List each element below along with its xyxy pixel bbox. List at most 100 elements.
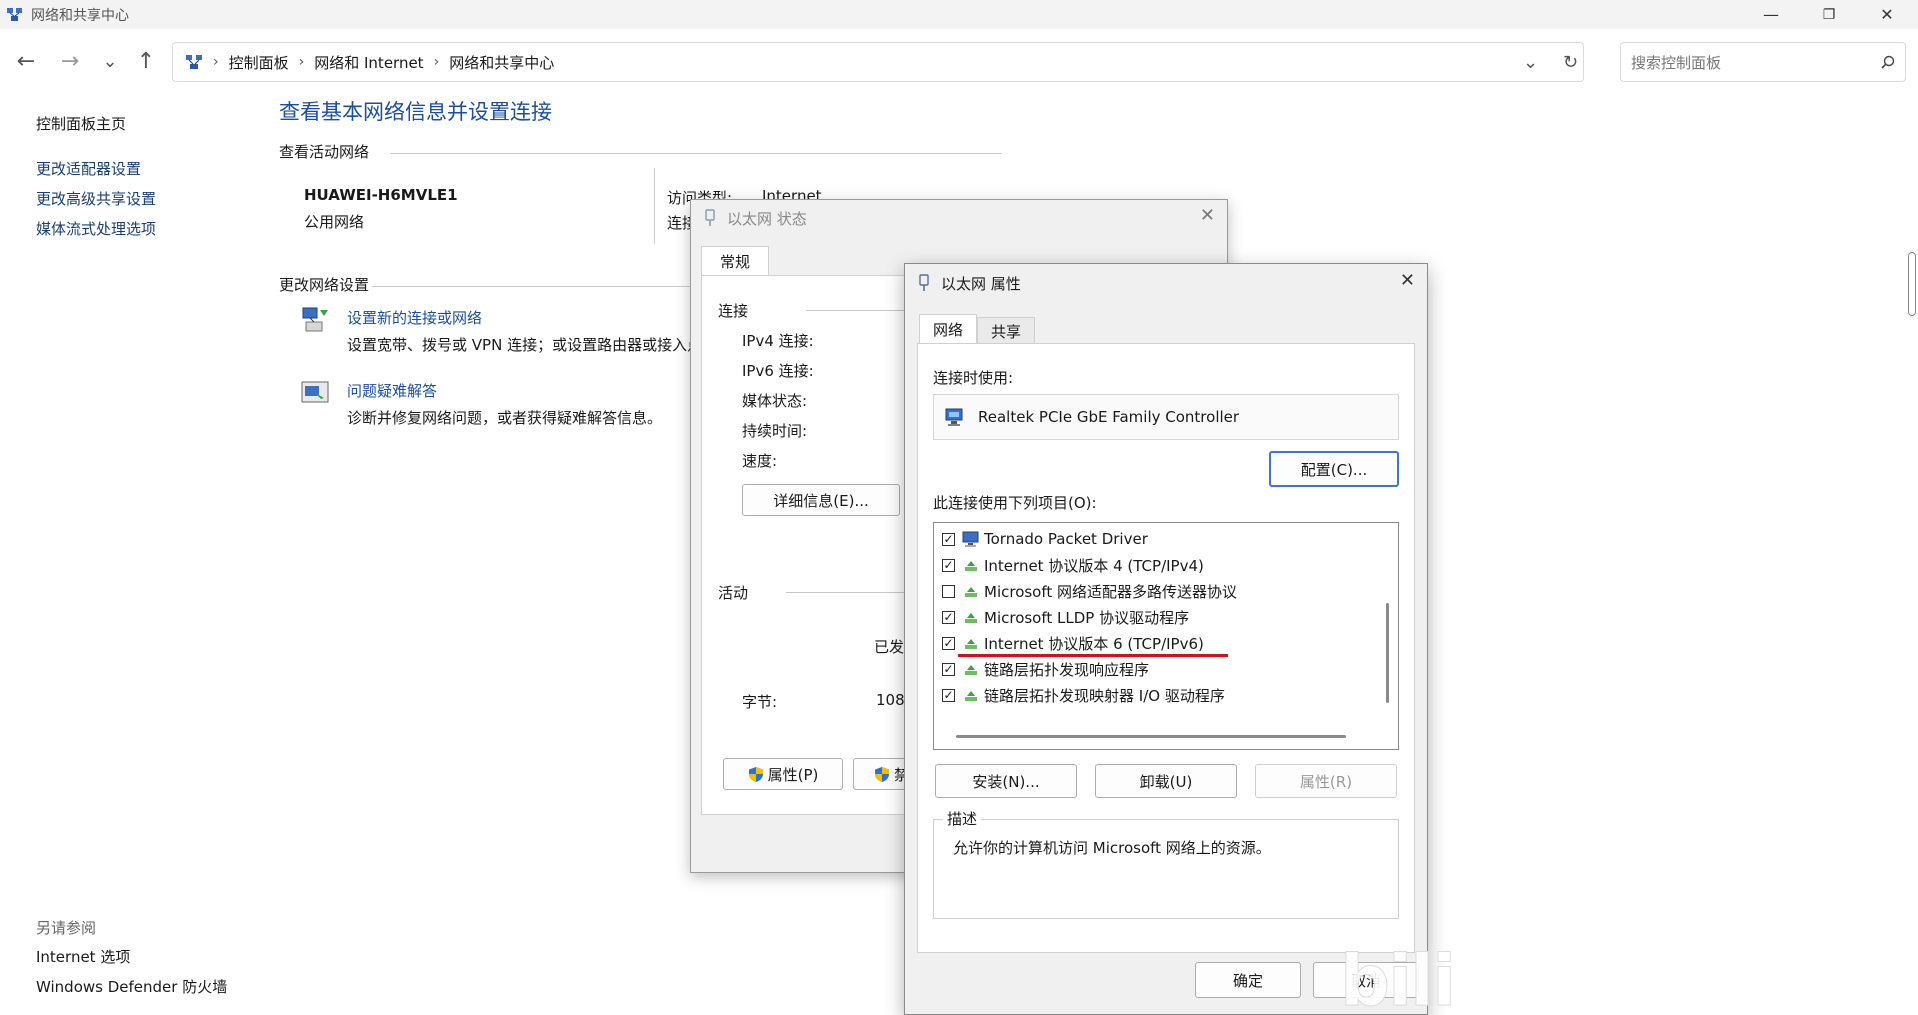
new-connection-icon	[302, 307, 328, 332]
connection-group-label: 连接	[718, 302, 749, 320]
ethernet-properties-dialog: 以太网 属性 ✕ 网络 共享 连接时使用: Realtek PCIe GbE F…	[904, 263, 1428, 1015]
divider	[372, 286, 692, 287]
list-item[interactable]: ✓ Internet 协议版本 6 (TCP/IPv6)	[942, 632, 1204, 654]
protocol-icon	[965, 587, 977, 597]
ipv4-connection-label: IPv4 连接:	[742, 332, 814, 350]
watermark-logo: bili	[1339, 940, 1456, 1015]
description-group	[933, 819, 1399, 919]
item-label: Internet 协议版本 6 (TCP/IPv6)	[984, 634, 1204, 653]
protocol-icon	[965, 665, 977, 675]
recent-locations-icon[interactable]: ⌄	[92, 47, 128, 75]
network-type[interactable]: 公用网络	[304, 211, 364, 232]
properties-button-label: 属性(P)	[767, 765, 819, 784]
dialog-title: 以太网 状态	[727, 210, 807, 228]
configure-button[interactable]: 配置(C)...	[1269, 451, 1399, 487]
protocol-icon	[965, 691, 977, 701]
protocol-icon	[965, 561, 977, 571]
close-icon[interactable]: ✕	[1400, 270, 1415, 291]
tab-sharing[interactable]: 共享	[977, 317, 1035, 344]
speed-label: 速度:	[742, 452, 778, 470]
up-icon[interactable]: ↑	[128, 47, 164, 75]
network-center-icon	[7, 8, 22, 21]
search-placeholder: 搜索控制面板	[1631, 53, 1722, 72]
details-button[interactable]: 详细信息(E)...	[742, 484, 900, 516]
close-icon[interactable]: ✕	[1200, 205, 1215, 226]
item-label: Microsoft 网络适配器多路传送器协议	[984, 582, 1238, 601]
ethernet-icon	[919, 274, 929, 291]
activity-group-label: 活动	[718, 584, 749, 602]
search-input[interactable]: 搜索控制面板	[1620, 42, 1906, 82]
sidebar-item-adapter-settings[interactable]: 更改适配器设置	[36, 158, 141, 179]
sidebar-item-media-streaming[interactable]: 媒体流式处理选项	[36, 218, 156, 239]
checkbox[interactable]: ✓	[942, 532, 955, 546]
see-also-internet-options[interactable]: Internet 选项	[36, 946, 130, 967]
page-title: 查看基本网络信息并设置连接	[279, 100, 552, 124]
checkbox[interactable]: ✓	[942, 610, 955, 624]
window-title: 网络和共享中心	[31, 7, 129, 24]
media-state-label: 媒体状态:	[742, 392, 808, 410]
item-label: 链路层拓扑发现映射器 I/O 驱动程序	[984, 686, 1225, 705]
list-item[interactable]: ✓ Internet 协议版本 4 (TCP/IPv4)	[942, 554, 1204, 576]
ok-button[interactable]: 确定	[1195, 962, 1301, 998]
checkbox[interactable]: ✓	[942, 688, 955, 702]
breadcrumb-network-internet[interactable]: 网络和 Internet	[314, 52, 423, 73]
items-label: 此连接使用下列项目(O):	[933, 494, 1097, 512]
address-row: ← → ⌄ ↑ › 控制面板 › 网络和 Internet › 网络和共享中心 …	[0, 29, 1918, 93]
ethernet-icon	[705, 209, 715, 226]
checkbox[interactable]: ✓	[942, 558, 955, 572]
breadcrumb-control-panel[interactable]: 控制面板	[229, 52, 289, 73]
checkbox[interactable]	[942, 584, 955, 598]
minimize-button[interactable]: —	[1742, 0, 1800, 29]
address-dropdown-icon[interactable]: ⌄	[1523, 52, 1538, 73]
checkbox[interactable]: ✓	[942, 662, 955, 676]
breadcrumb-separator: ›	[433, 54, 440, 70]
uac-shield-icon	[875, 766, 889, 782]
setup-connection-link[interactable]: 设置新的连接或网络	[347, 307, 482, 328]
protocol-icon	[965, 613, 977, 623]
list-item[interactable]: ✓ 链路层拓扑发现响应程序	[942, 658, 1149, 680]
setup-connection-desc: 设置宽带、拨号或 VPN 连接；或设置路由器或接入点。	[347, 336, 718, 354]
ipv6-connection-label: IPv6 连接:	[742, 362, 814, 380]
divider	[390, 153, 1002, 154]
item-label: 链路层拓扑发现响应程序	[984, 660, 1150, 679]
item-label: Microsoft LLDP 协议驱动程序	[984, 608, 1190, 627]
uninstall-button[interactable]: 卸载(U)	[1095, 764, 1237, 798]
tab-network[interactable]: 网络	[919, 314, 977, 344]
properties-button[interactable]: 属性(P)	[723, 758, 843, 790]
breadcrumb-separator: ›	[298, 54, 305, 70]
list-item[interactable]: ✓ Microsoft LLDP 协议驱动程序	[942, 606, 1189, 628]
item-properties-button[interactable]: 属性(R)	[1255, 764, 1397, 798]
forward-icon[interactable]: →	[52, 47, 88, 75]
duration-label: 持续时间:	[742, 422, 808, 440]
sidebar-item-advanced-sharing[interactable]: 更改高级共享设置	[36, 188, 156, 209]
troubleshoot-icon	[301, 381, 329, 403]
change-settings-title: 更改网络设置	[279, 276, 370, 294]
list-item[interactable]: ✓ 链路层拓扑发现映射器 I/O 驱动程序	[942, 684, 1225, 706]
checkbox[interactable]: ✓	[942, 636, 955, 650]
refresh-icon[interactable]: ↻	[1563, 52, 1578, 73]
see-also-firewall[interactable]: Windows Defender 防火墙	[36, 976, 227, 997]
divider	[654, 168, 655, 244]
sent-label: 已发	[874, 638, 905, 656]
search-icon[interactable]	[1881, 55, 1895, 69]
breadcrumb-separator: ›	[213, 54, 219, 70]
network-name: HUAWEI-H6MVLE1	[304, 186, 458, 204]
item-label: Tornado Packet Driver	[984, 530, 1148, 548]
list-item[interactable]: Microsoft 网络适配器多路传送器协议	[942, 580, 1237, 602]
active-networks-title: 查看活动网络	[279, 143, 370, 161]
breadcrumb-network-center[interactable]: 网络和共享中心	[449, 52, 554, 73]
sidebar-item-home[interactable]: 控制面板主页	[36, 113, 126, 134]
window-scrollbar[interactable]	[1908, 252, 1916, 316]
list-horizontal-scrollbar[interactable]	[956, 735, 1346, 738]
back-icon[interactable]: ←	[8, 47, 44, 75]
restore-button[interactable]: ❐	[1800, 0, 1858, 29]
description-label: 描述	[943, 808, 982, 829]
troubleshoot-link[interactable]: 问题疑难解答	[347, 380, 437, 401]
list-item[interactable]: ✓ Tornado Packet Driver	[942, 528, 1148, 550]
list-vertical-scrollbar[interactable]	[1386, 603, 1389, 703]
address-bar[interactable]: › 控制面板 › 网络和 Internet › 网络和共享中心 ⌄ ↻	[172, 42, 1584, 82]
close-button[interactable]: ✕	[1858, 0, 1916, 29]
tab-general[interactable]: 常规	[701, 246, 769, 276]
install-button[interactable]: 安装(N)...	[935, 764, 1077, 798]
items-list[interactable]: ✓ Tornado Packet Driver ✓ Internet 协议版本 …	[933, 522, 1399, 750]
